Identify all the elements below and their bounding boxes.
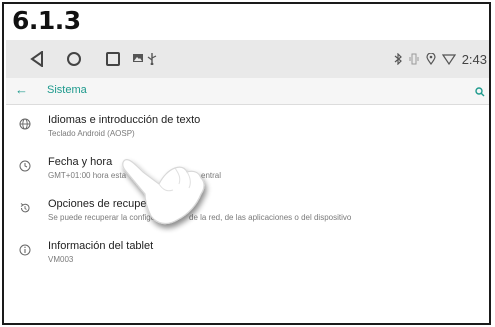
usb-icon <box>147 53 157 65</box>
list-item-fecha-hora[interactable]: Fecha y hora GMT+01:00 hora esta entral <box>6 150 489 188</box>
globe-icon <box>19 118 31 130</box>
item-subtitle: GMT+01:00 hora esta <box>48 171 127 180</box>
home-nav-button[interactable] <box>66 51 82 67</box>
list-item-opciones-recuperacion[interactable]: Opciones de recupe Se puede recuperar la… <box>6 192 489 230</box>
page-title: Sistema <box>47 84 87 96</box>
list-item-informacion-tablet[interactable]: Información del tablet VM003 <box>6 234 489 272</box>
section-number: 6.1.3 <box>12 6 81 35</box>
square-recents-icon <box>106 52 120 66</box>
item-title: Información del tablet <box>48 240 154 252</box>
search-button[interactable] <box>475 84 485 102</box>
wifi-icon <box>441 54 456 65</box>
vibrate-icon <box>409 53 419 65</box>
triangle-back-icon <box>30 51 43 67</box>
circle-home-icon <box>67 52 81 66</box>
search-icon <box>475 87 485 97</box>
status-bar: 2:43 <box>394 40 487 78</box>
status-time: 2:43 <box>461 51 487 67</box>
info-icon <box>19 244 31 256</box>
image-icon <box>133 54 143 62</box>
item-title: Fecha y hora <box>48 156 113 168</box>
item-title: Idiomas e introducción de texto <box>48 114 201 126</box>
recents-nav-button[interactable] <box>105 51 121 67</box>
system-navigation-bar: 2:43 <box>6 40 489 78</box>
location-icon <box>426 53 436 65</box>
item-subtitle: VM003 <box>48 255 74 264</box>
arrow-back-icon[interactable]: ← <box>15 82 28 97</box>
settings-app-bar: ← Sistema <box>6 78 489 105</box>
pointing-hand-icon <box>122 159 205 225</box>
list-item-idiomas[interactable]: Idiomas e introducción de texto Teclado … <box>6 108 489 146</box>
notification-icons <box>133 53 157 65</box>
screenshot-frame: 6.1.3 2:43 ← Sistema Idiomas e introducc… <box>2 2 491 325</box>
clock-icon <box>19 160 31 172</box>
item-subtitle: Teclado Android (AOSP) <box>48 129 135 138</box>
restore-icon <box>20 203 30 213</box>
back-nav-button[interactable] <box>30 51 44 67</box>
bluetooth-icon <box>394 53 402 65</box>
